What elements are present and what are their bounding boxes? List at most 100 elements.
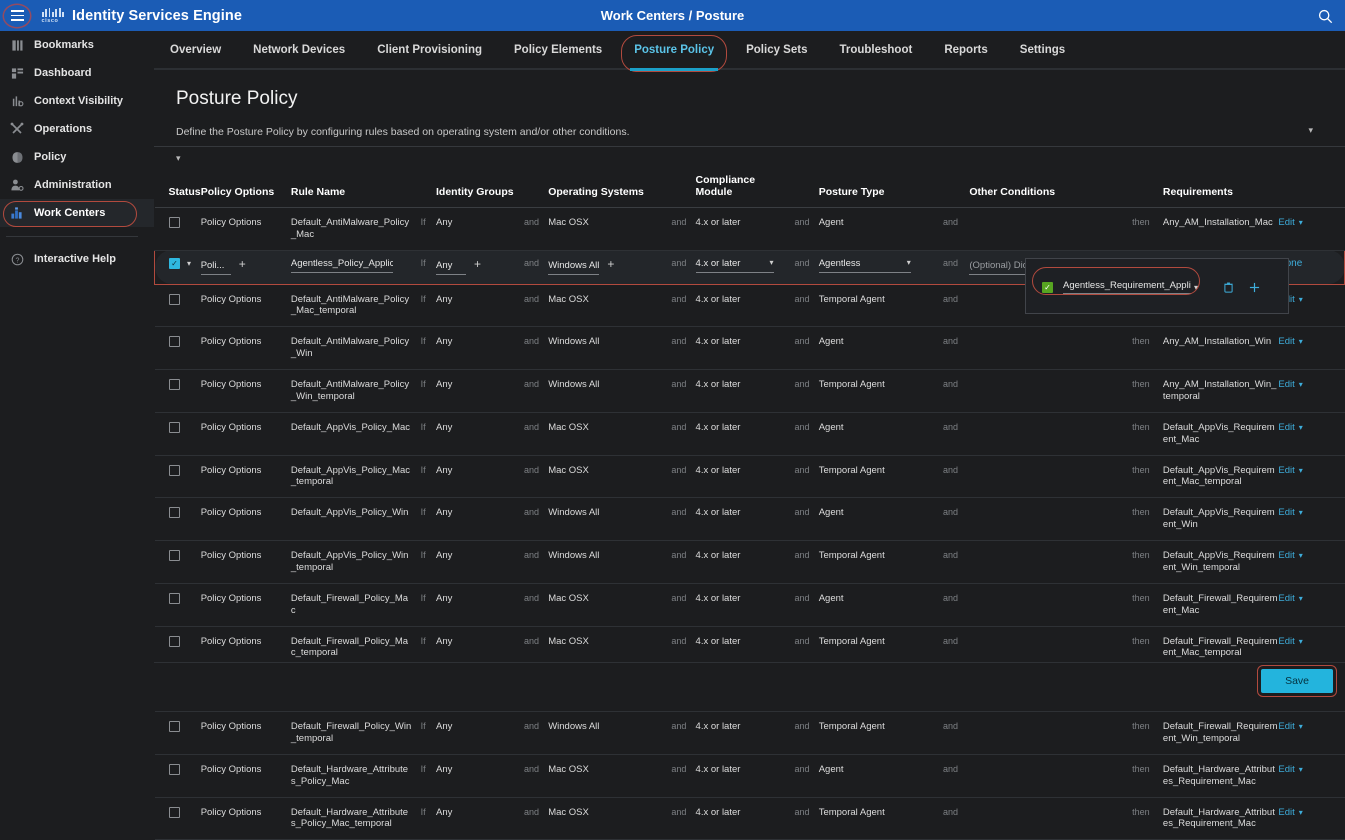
conjunction-and: and <box>943 507 958 517</box>
row-select-checkbox[interactable] <box>169 465 180 476</box>
sidebar-item-dashboard[interactable]: Dashboard <box>0 59 154 87</box>
table-row[interactable]: Policy OptionsDefault_AppVis_Policy_Mac_… <box>155 455 1345 498</box>
edit-row-link[interactable]: Edit <box>1278 764 1294 775</box>
table-row[interactable]: Policy OptionsDefault_AppVis_Policy_WinI… <box>155 498 1345 541</box>
chevron-down-icon[interactable]: ▾ <box>187 259 191 268</box>
rule-name-input[interactable]: Agentless_Policy_Applicatio <box>291 258 393 273</box>
chevron-down-icon[interactable]: ▾ <box>1299 722 1303 731</box>
compliance-module-select[interactable]: 4.x or later▾ <box>696 258 774 273</box>
edit-row-link[interactable]: Edit <box>1278 217 1294 228</box>
table-row[interactable]: Policy OptionsDefault_Firewall_Policy_Wi… <box>155 712 1345 755</box>
row-select-checkbox[interactable] <box>169 636 180 647</box>
tab-posture-policy[interactable]: Posture Policy <box>618 30 730 69</box>
operating-systems-field[interactable]: Windows All <box>548 260 599 275</box>
chevron-down-icon[interactable]: ▾ <box>1299 423 1303 432</box>
posture-type-select[interactable]: Agentless▾ <box>819 258 911 273</box>
edit-row-link[interactable]: Edit <box>1278 807 1294 818</box>
edit-row-link[interactable]: Edit <box>1278 593 1294 604</box>
tab-settings[interactable]: Settings <box>1004 30 1081 69</box>
row-select-checkbox[interactable] <box>169 217 180 228</box>
requirements-dropdown-item[interactable]: ✓ Agentless_Requirement_Appli ▾ <box>1036 271 1280 303</box>
edit-row-link[interactable]: Edit <box>1278 636 1294 647</box>
table-row[interactable]: Policy OptionsDefault_AntiMalware_Policy… <box>155 327 1345 370</box>
edit-row-link[interactable]: Edit <box>1278 721 1294 732</box>
chevron-down-icon[interactable]: ▾ <box>1299 637 1303 646</box>
plus-icon[interactable]: + <box>239 257 246 271</box>
row-select-checkbox[interactable] <box>169 550 180 561</box>
table-row[interactable]: Policy OptionsDefault_Hardware_Attribute… <box>155 797 1345 840</box>
table-row[interactable]: Policy OptionsDefault_AppVis_Policy_MacI… <box>155 412 1345 455</box>
plus-icon[interactable]: + <box>474 257 481 271</box>
table-row[interactable]: Policy OptionsDefault_AppVis_Policy_Win_… <box>155 541 1345 584</box>
requirement-checkbox[interactable]: ✓ <box>1042 282 1053 293</box>
edit-row-link[interactable]: Edit <box>1278 336 1294 347</box>
chevron-down-icon[interactable]: ▾ <box>1299 218 1303 227</box>
policy-options-field[interactable]: Poli... <box>201 260 231 275</box>
row-select-checkbox[interactable] <box>169 379 180 390</box>
chevron-down-icon[interactable]: ▾ <box>1308 125 1313 136</box>
search-icon[interactable] <box>1313 4 1337 28</box>
chevron-down-icon[interactable]: ▾ <box>1299 380 1303 389</box>
plus-icon[interactable]: + <box>607 257 614 271</box>
table-row[interactable]: Policy OptionsDefault_AntiMalware_Policy… <box>155 208 1345 251</box>
sidebar-item-bookmarks[interactable]: Bookmarks <box>0 31 154 59</box>
sidebar-item-context-visibility[interactable]: Context Visibility <box>0 87 154 115</box>
row-select-checkbox[interactable] <box>169 422 180 433</box>
chevron-down-icon[interactable]: ▾ <box>907 258 911 268</box>
tab-reports[interactable]: Reports <box>928 30 1003 69</box>
tab-overview[interactable]: Overview <box>154 30 237 69</box>
row-select-checkbox[interactable] <box>169 807 180 818</box>
chevron-down-icon[interactable]: ▾ <box>1299 508 1303 517</box>
table-row[interactable]: Policy OptionsDefault_Firewall_Policy_Ma… <box>155 583 1345 626</box>
sidebar-item-interactive-help[interactable]: ? Interactive Help <box>0 245 154 273</box>
edit-row-link[interactable]: Edit <box>1278 422 1294 433</box>
tab-troubleshoot[interactable]: Troubleshoot <box>823 30 928 69</box>
tab-policy-sets[interactable]: Policy Sets <box>730 30 823 69</box>
sidebar-item-policy[interactable]: Policy <box>0 143 154 171</box>
table-row[interactable]: Policy OptionsDefault_AntiMalware_Policy… <box>155 370 1345 413</box>
conjunction-and: and <box>671 217 686 227</box>
requirements-value: Default_Hardware_Attributes_Requirement_… <box>1163 764 1275 787</box>
requirement-name-select[interactable]: Agentless_Requirement_Appli <box>1063 280 1191 294</box>
tab-policy-elements[interactable]: Policy Elements <box>498 30 618 69</box>
requirements-value: Default_Hardware_Attributes_Requirement_… <box>1163 807 1275 830</box>
conjunction-and: and <box>795 593 810 603</box>
operating-systems-value: Mac OSX <box>548 764 589 775</box>
chevron-down-icon[interactable]: ▾ <box>1194 283 1198 292</box>
tab-network-devices[interactable]: Network Devices <box>237 30 361 69</box>
chevron-down-icon[interactable]: ▾ <box>1299 466 1303 475</box>
bookmark-icon <box>6 36 28 54</box>
edit-row-link[interactable]: Edit <box>1278 550 1294 561</box>
sidebar-item-work-centers[interactable]: Work Centers <box>0 199 154 227</box>
row-select-checkbox[interactable] <box>169 507 180 518</box>
table-row[interactable]: Policy OptionsDefault_Hardware_Attribute… <box>155 754 1345 797</box>
edit-row-link[interactable]: Edit <box>1278 465 1294 476</box>
conjunction-and: and <box>671 636 686 646</box>
save-button[interactable]: Save <box>1261 669 1333 693</box>
edit-row-link[interactable]: Edit <box>1278 507 1294 518</box>
row-select-checkbox[interactable] <box>169 593 180 604</box>
expand-all-chevron-icon[interactable]: ▾ <box>154 147 181 164</box>
edit-row-link[interactable]: Edit <box>1278 379 1294 390</box>
rule-name: Default_AntiMalware_Policy_Mac_temporal <box>291 294 409 317</box>
chevron-down-icon[interactable]: ▾ <box>1299 765 1303 774</box>
chevron-down-icon[interactable]: ▾ <box>1299 594 1303 603</box>
row-select-checkbox[interactable] <box>169 721 180 732</box>
chevron-down-icon[interactable]: ▾ <box>1299 551 1303 560</box>
trash-icon[interactable] <box>1224 282 1233 293</box>
requirements-value: Any_AM_Installation_Mac <box>1163 217 1273 228</box>
tab-client-provisioning[interactable]: Client Provisioning <box>361 30 498 69</box>
chevron-down-icon[interactable]: ▾ <box>1299 337 1303 346</box>
menu-icon[interactable] <box>4 5 30 27</box>
chevron-down-icon[interactable]: ▾ <box>1299 808 1303 817</box>
sidebar-item-administration[interactable]: Administration <box>0 171 154 199</box>
row-select-checkbox[interactable] <box>169 764 180 775</box>
plus-icon[interactable] <box>1249 282 1260 293</box>
row-select-checkbox[interactable] <box>169 294 180 305</box>
sidebar-item-operations[interactable]: Operations <box>0 115 154 143</box>
row-select-checkbox[interactable]: ✓ <box>169 258 180 269</box>
row-select-checkbox[interactable] <box>169 336 180 347</box>
chevron-down-icon[interactable]: ▾ <box>770 258 774 268</box>
identity-groups-field[interactable]: Any <box>436 260 466 275</box>
chevron-down-icon[interactable]: ▾ <box>1299 295 1303 304</box>
